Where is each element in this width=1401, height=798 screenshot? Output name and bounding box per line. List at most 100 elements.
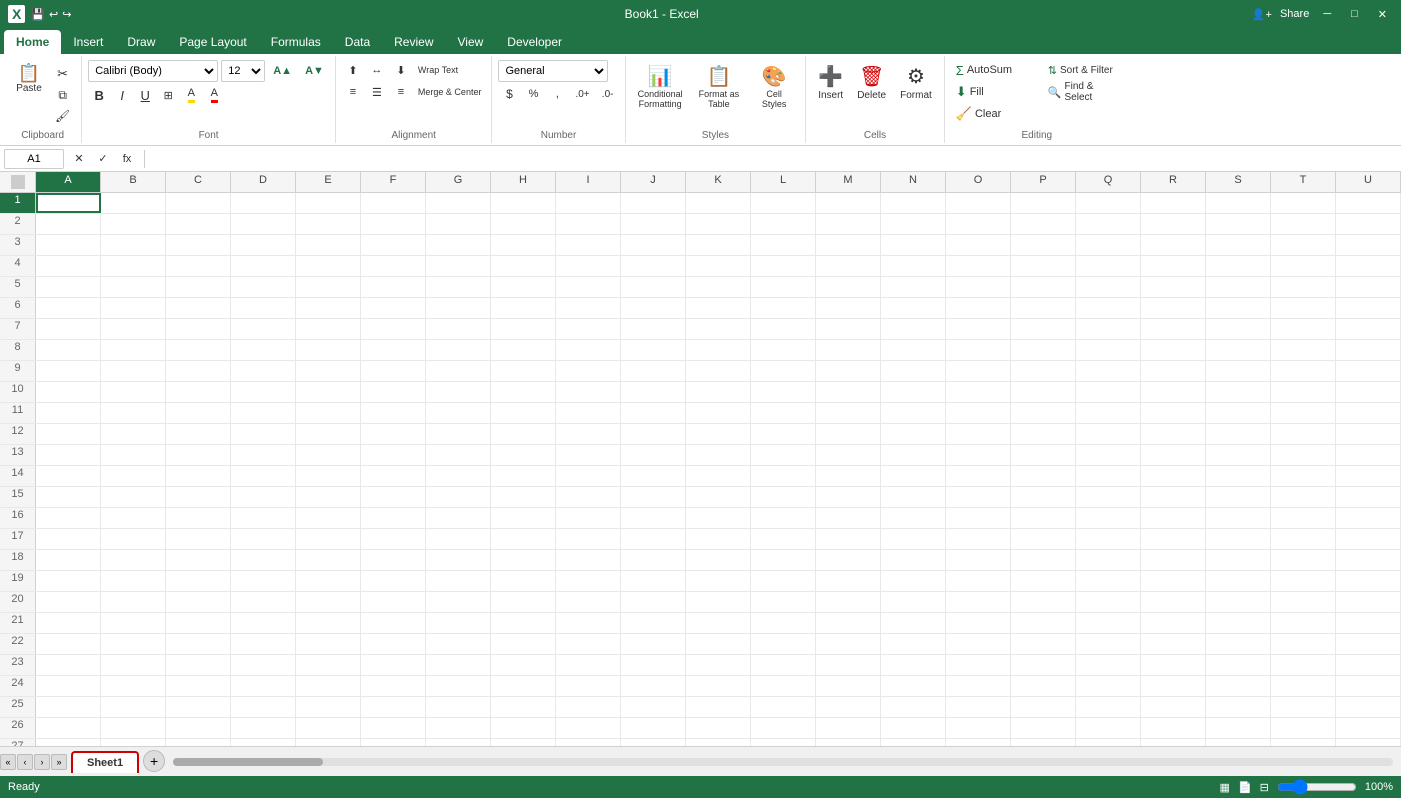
tab-draw[interactable]: Draw <box>115 30 167 54</box>
cell[interactable] <box>881 214 946 234</box>
cell[interactable] <box>101 466 166 486</box>
cell[interactable] <box>36 256 101 276</box>
cell[interactable] <box>426 424 491 444</box>
cell[interactable] <box>881 487 946 507</box>
redo-icon[interactable]: ↪ <box>62 8 71 21</box>
cell[interactable] <box>1271 739 1336 746</box>
cell[interactable] <box>1271 193 1336 213</box>
cell[interactable] <box>1206 655 1271 675</box>
cell[interactable] <box>296 634 361 654</box>
cell[interactable] <box>426 571 491 591</box>
cell[interactable] <box>1271 634 1336 654</box>
cell[interactable] <box>426 214 491 234</box>
cell[interactable] <box>1011 571 1076 591</box>
cell[interactable] <box>1011 676 1076 696</box>
cell[interactable] <box>1271 529 1336 549</box>
cell[interactable] <box>1336 676 1401 696</box>
cell[interactable] <box>816 361 881 381</box>
cell[interactable] <box>426 403 491 423</box>
cell[interactable] <box>1011 613 1076 633</box>
cell[interactable] <box>946 634 1011 654</box>
cell[interactable] <box>101 739 166 746</box>
cell[interactable] <box>426 655 491 675</box>
col-header-C[interactable]: C <box>166 172 231 192</box>
maximize-btn[interactable]: □ <box>1345 8 1364 20</box>
cell[interactable] <box>1141 655 1206 675</box>
cell[interactable] <box>1336 487 1401 507</box>
row-number-13[interactable]: 13 <box>0 445 36 465</box>
cell[interactable] <box>426 529 491 549</box>
cell[interactable] <box>686 676 751 696</box>
cell[interactable] <box>101 592 166 612</box>
cell[interactable] <box>556 613 621 633</box>
cell[interactable] <box>231 676 296 696</box>
cell[interactable] <box>881 340 946 360</box>
cell[interactable] <box>231 403 296 423</box>
cell[interactable] <box>361 718 426 738</box>
cell[interactable] <box>166 676 231 696</box>
cell[interactable] <box>816 256 881 276</box>
insert-button[interactable]: ➕ Insert <box>812 60 849 105</box>
cell[interactable] <box>36 424 101 444</box>
cell[interactable] <box>751 256 816 276</box>
cell[interactable] <box>751 361 816 381</box>
cell[interactable] <box>166 529 231 549</box>
cell[interactable] <box>426 697 491 717</box>
cell[interactable] <box>946 508 1011 528</box>
cell[interactable] <box>621 340 686 360</box>
cell[interactable] <box>101 613 166 633</box>
undo-icon[interactable]: ↩ <box>49 8 58 21</box>
cell[interactable] <box>361 235 426 255</box>
cell[interactable] <box>881 571 946 591</box>
cell[interactable] <box>1141 424 1206 444</box>
cell[interactable] <box>686 550 751 570</box>
cell[interactable] <box>556 214 621 234</box>
col-header-O[interactable]: O <box>946 172 1011 192</box>
cell[interactable] <box>816 214 881 234</box>
cell[interactable] <box>166 235 231 255</box>
cell[interactable] <box>491 634 556 654</box>
confirm-formula-button[interactable]: ✓ <box>92 149 114 169</box>
cell[interactable] <box>751 298 816 318</box>
cell[interactable] <box>166 466 231 486</box>
cell[interactable] <box>361 403 426 423</box>
normal-view-button[interactable]: ▦ <box>1220 781 1230 794</box>
cell[interactable] <box>621 718 686 738</box>
currency-button[interactable]: $ <box>498 84 520 104</box>
cell[interactable] <box>296 319 361 339</box>
cell[interactable] <box>36 592 101 612</box>
cell[interactable] <box>231 424 296 444</box>
tab-formulas[interactable]: Formulas <box>259 30 333 54</box>
cell[interactable] <box>816 403 881 423</box>
cell[interactable] <box>1076 592 1141 612</box>
cell[interactable] <box>1336 424 1401 444</box>
cell[interactable] <box>491 298 556 318</box>
cell[interactable] <box>101 319 166 339</box>
cell[interactable] <box>491 382 556 402</box>
cell[interactable] <box>361 487 426 507</box>
cell[interactable] <box>1076 382 1141 402</box>
cell[interactable] <box>621 571 686 591</box>
cell[interactable] <box>1271 298 1336 318</box>
cell[interactable] <box>556 466 621 486</box>
cell[interactable] <box>881 256 946 276</box>
row-number-18[interactable]: 18 <box>0 550 36 570</box>
cell[interactable] <box>491 193 556 213</box>
cell[interactable] <box>1206 361 1271 381</box>
cell[interactable] <box>426 508 491 528</box>
cell[interactable] <box>361 634 426 654</box>
select-all-button[interactable] <box>11 175 25 189</box>
cell[interactable] <box>1206 424 1271 444</box>
cell[interactable] <box>101 550 166 570</box>
cell[interactable] <box>491 718 556 738</box>
cell[interactable] <box>296 466 361 486</box>
autosum-button[interactable]: Σ AutoSum <box>951 60 1041 80</box>
cell[interactable] <box>621 466 686 486</box>
decrease-decimal-button[interactable]: .0- <box>597 84 619 104</box>
cell[interactable] <box>621 277 686 297</box>
cell[interactable] <box>1076 529 1141 549</box>
cell[interactable] <box>816 676 881 696</box>
cell[interactable] <box>36 613 101 633</box>
cell[interactable] <box>1206 697 1271 717</box>
cell[interactable] <box>946 277 1011 297</box>
